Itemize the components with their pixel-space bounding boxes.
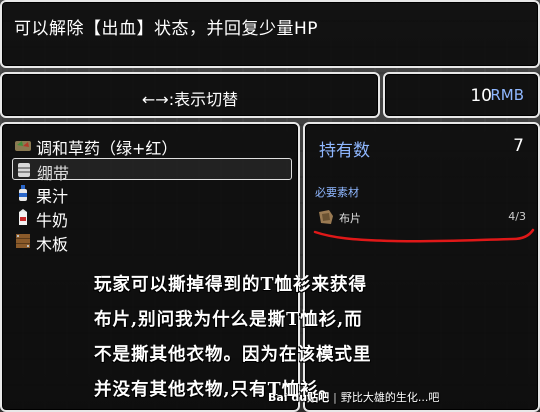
watermark: Bai du贴吧 | 野比大雄的生化...吧 bbox=[268, 388, 439, 406]
item-juice[interactable]: 果汁 bbox=[12, 182, 292, 206]
owned-count: 7 bbox=[513, 136, 524, 156]
item-description: 可以解除【出血】状态，并回复少量HP bbox=[14, 19, 319, 39]
watermark-text: 野比大雄的生化...吧 bbox=[340, 391, 440, 404]
caption-line: 不是撕其他衣物。因为在该模式里 bbox=[94, 345, 372, 365]
required-materials-header: 必要素材 bbox=[315, 186, 359, 199]
herb-icon bbox=[15, 141, 31, 151]
help-window: 可以解除【出血】状态，并回复少量HP bbox=[0, 0, 540, 68]
caption-line: 玩家可以撕掉得到的T恤衫来获得 bbox=[94, 275, 368, 295]
material-progress: 4/3 bbox=[508, 210, 526, 223]
red-annotation-line bbox=[313, 228, 535, 243]
milk-carton-icon bbox=[19, 209, 27, 225]
item-milk[interactable]: 牛奶 bbox=[12, 206, 292, 230]
bandage-icon bbox=[18, 163, 30, 177]
money-unit: RMB bbox=[490, 86, 524, 104]
owned-label: 持有数 bbox=[319, 141, 370, 161]
item-wood-board[interactable]: 木板 bbox=[12, 230, 292, 254]
money-window: 10 RMB bbox=[383, 72, 540, 118]
money-value: 10 bbox=[470, 86, 492, 106]
switch-hint-text: ←→:表示切替 bbox=[141, 90, 239, 109]
caption-line: 布片,别问我为什么是撕T恤衫,而 bbox=[94, 310, 363, 330]
watermark-separator: | bbox=[333, 390, 337, 404]
overlay-caption: 玩家可以撕掉得到的T恤衫来获得 布片,别问我为什么是撕T恤衫,而 不是撕其他衣物… bbox=[94, 268, 424, 408]
baidu-tieba-logo: Bai du贴吧 bbox=[268, 391, 330, 404]
switch-hint-window: ←→:表示切替 bbox=[0, 72, 380, 118]
juice-bottle-icon bbox=[19, 185, 27, 201]
wood-board-icon bbox=[16, 234, 30, 248]
item-herb[interactable]: 调和草药（绿+红） bbox=[12, 134, 292, 158]
item-bandage[interactable]: 绷带 bbox=[12, 158, 292, 183]
